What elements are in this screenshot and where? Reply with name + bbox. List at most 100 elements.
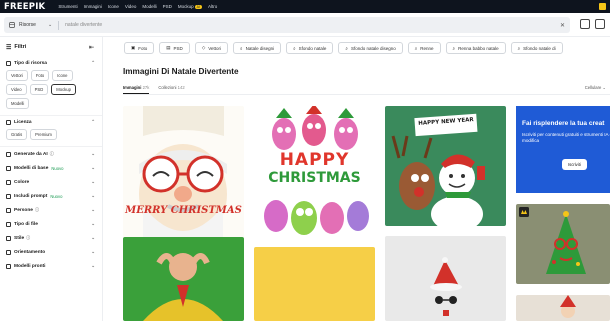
freepik-logo[interactable]: FREEPIK xyxy=(4,2,45,12)
result-tabs: Immagini 27k Collezioni 142 xyxy=(123,85,185,94)
prompt-icon xyxy=(6,193,11,199)
search-icon: ⌕ xyxy=(293,45,296,51)
nav-link-psd[interactable]: PSD xyxy=(163,4,172,9)
image-search-icon[interactable] xyxy=(580,19,590,29)
filter-label: Foto xyxy=(138,45,148,51)
filters-sidebar: ☰ Filtri ⇤ Tipo di risorsa ⌃ Vettori Fot… xyxy=(0,37,103,321)
filter-title[interactable]: Orientamento ⌄ xyxy=(6,245,96,259)
new-badge: Nuovo xyxy=(51,165,64,171)
promo-card[interactable]: Fai risplendere la tua creat Iscriviti p… xyxy=(516,106,610,193)
santa-hat-photo[interactable] xyxy=(385,236,506,321)
search-bar[interactable]: Risorse ⌄ natale divertente ✕ xyxy=(4,17,570,33)
filter-title[interactable]: Colore ⌄ xyxy=(6,175,96,189)
chip-vettori[interactable]: Vettori xyxy=(6,70,28,81)
new-year-card[interactable]: HAPPY NEW YEAR xyxy=(385,106,506,226)
nav-link-immagini[interactable]: Immagini xyxy=(84,4,102,9)
search-icon: ⌕ xyxy=(345,45,348,51)
nav-link-strumenti[interactable]: Strumenti xyxy=(58,4,77,9)
crown-icon[interactable] xyxy=(599,3,606,10)
top-navigation-bar: FREEPIK Strumenti Immagini Icone Video M… xyxy=(0,0,610,13)
nav-link-altro[interactable]: Altro xyxy=(208,4,217,9)
filter-title[interactable]: Includi prompt Nuovo ⌄ xyxy=(6,189,96,203)
filter-section-ai[interactable]: Generate da AI ⓘ ⌄ xyxy=(0,147,102,161)
filter-title[interactable]: Tipo di risorsa ⌃ xyxy=(6,57,96,69)
filter-title-label: Includi prompt xyxy=(14,193,48,199)
collapse-sidebar-icon[interactable]: ⇤ xyxy=(89,44,94,51)
top-nav-links: Strumenti Immagini Icone Video Modelli P… xyxy=(58,4,217,9)
santa-hat-illustration xyxy=(430,257,462,316)
filter-section-orientation[interactable]: Orientamento ⌄ xyxy=(0,245,102,259)
filter-title[interactable]: Stile ⓘ ⌄ xyxy=(6,231,96,245)
filter-title-label: Orientamento xyxy=(14,249,46,255)
search-row: Risorse ⌄ natale divertente ✕ xyxy=(0,13,610,37)
info-icon[interactable]: ⓘ xyxy=(26,235,30,241)
chevron-down-icon: ⌄ xyxy=(91,151,95,156)
tab-collections[interactable]: Collezioni 142 xyxy=(158,85,184,94)
chevron-down-icon[interactable]: ⌄ xyxy=(48,22,52,28)
photo-icon: ▣ xyxy=(131,45,136,50)
signup-button[interactable]: Iscriviti xyxy=(562,159,587,170)
merry-christmas-caption: MERRY CHRISTMAS xyxy=(125,205,242,216)
suggestion-chip[interactable]: ⌕ Renna babbo natale xyxy=(445,42,506,54)
nav-link-icone[interactable]: Icone xyxy=(108,4,119,9)
chip-video[interactable]: Video xyxy=(6,84,27,95)
filter-section-prompt[interactable]: Includi prompt Nuovo ⌄ xyxy=(0,189,102,203)
chip-foto[interactable]: Foto xyxy=(30,70,50,81)
resource-type-select[interactable]: Risorse xyxy=(19,22,36,28)
filter-title[interactable]: Tipo di file ⌄ xyxy=(6,217,96,231)
nav-link-mockup[interactable]: Mockup AI xyxy=(178,4,202,9)
chip-psd[interactable]: PSD xyxy=(29,84,49,95)
psd-icon: ▤ xyxy=(166,45,171,50)
tree-glasses-card[interactable] xyxy=(516,204,610,284)
filter-section-style[interactable]: Stile ⓘ ⌄ xyxy=(0,231,102,245)
filter-title[interactable]: Modelli di base Nuovo ⌄ xyxy=(6,161,96,175)
clear-search-icon[interactable]: ✕ xyxy=(560,22,565,29)
suggestion-chip[interactable]: ⌕ Sfondo natale xyxy=(286,42,334,54)
filter-button-foto[interactable]: ▣ Foto xyxy=(124,42,155,54)
filter-section-people[interactable]: Persone ⓘ ⌄ xyxy=(0,203,102,217)
tabs-divider xyxy=(123,94,610,95)
santa-photo[interactable] xyxy=(516,295,610,321)
filter-section-base-models[interactable]: Modelli di base Nuovo ⌄ xyxy=(0,161,102,175)
chevron-up-icon: ⌃ xyxy=(91,119,95,124)
man-reindeer-photo[interactable] xyxy=(123,237,244,321)
suggestion-chip[interactable]: ⌕ Sfondo natale disegno xyxy=(338,42,403,54)
suggestion-label: Natale disegni xyxy=(245,45,275,51)
ai-search-icon[interactable] xyxy=(595,19,605,29)
suggestion-chip[interactable]: ⌕ Renne xyxy=(407,42,441,54)
promo-title: Fai risplendere la tua creat xyxy=(522,120,605,127)
filter-title-label: Modelli di base xyxy=(14,165,49,171)
chevron-down-icon: ⌄ xyxy=(91,165,95,170)
filter-title[interactable]: Modelli pronti ⌄ xyxy=(6,259,96,273)
info-icon[interactable]: ⓘ xyxy=(50,151,54,157)
sort-select[interactable]: Cellulare ⌄ xyxy=(585,85,606,90)
santa-illustration xyxy=(560,295,576,318)
nav-link-video[interactable]: Video xyxy=(125,4,136,9)
chip-mockup[interactable]: Mockup xyxy=(51,84,76,95)
filter-title[interactable]: Persone ⓘ ⌄ xyxy=(6,203,96,217)
chip-premium[interactable]: Premium xyxy=(30,129,57,140)
yellow-background-card[interactable] xyxy=(254,247,375,321)
filter-button-vettori[interactable]: ◇ Vettori xyxy=(194,42,229,54)
nav-link-modelli[interactable]: Modelli xyxy=(142,4,156,9)
filter-title[interactable]: Generate da AI ⓘ ⌄ xyxy=(6,147,96,161)
info-icon[interactable]: ⓘ xyxy=(35,207,39,213)
search-icon: ⌕ xyxy=(414,45,418,51)
chip-icone[interactable]: Icone xyxy=(52,70,73,81)
search-input[interactable]: natale divertente xyxy=(65,22,102,28)
filter-button-psd[interactable]: ▤ PSD xyxy=(159,42,190,54)
filter-section-color[interactable]: Colore ⌄ xyxy=(0,175,102,189)
suggestion-chip[interactable]: ⌕ Sfondo natale di xyxy=(510,42,563,54)
suggestion-chip[interactable]: ⌕ Natale disegni xyxy=(233,42,282,54)
tab-images[interactable]: Immagini 27k xyxy=(123,85,150,94)
chevron-down-icon: ⌄ xyxy=(91,193,95,198)
monsters-card[interactable]: HAPPY CHRISTMAS xyxy=(254,106,375,238)
resource-type-icon xyxy=(6,60,11,66)
people-icon xyxy=(6,207,11,213)
filter-section-ready-models[interactable]: Modelli pronti ⌄ xyxy=(0,259,102,273)
chip-gratis[interactable]: Gratis xyxy=(6,129,28,140)
license-icon xyxy=(6,119,11,125)
filter-title[interactable]: Licenza ⌃ xyxy=(6,116,96,128)
filter-section-file-type[interactable]: Tipo di file ⌄ xyxy=(0,217,102,231)
chip-modelli[interactable]: Modelli xyxy=(6,98,30,109)
